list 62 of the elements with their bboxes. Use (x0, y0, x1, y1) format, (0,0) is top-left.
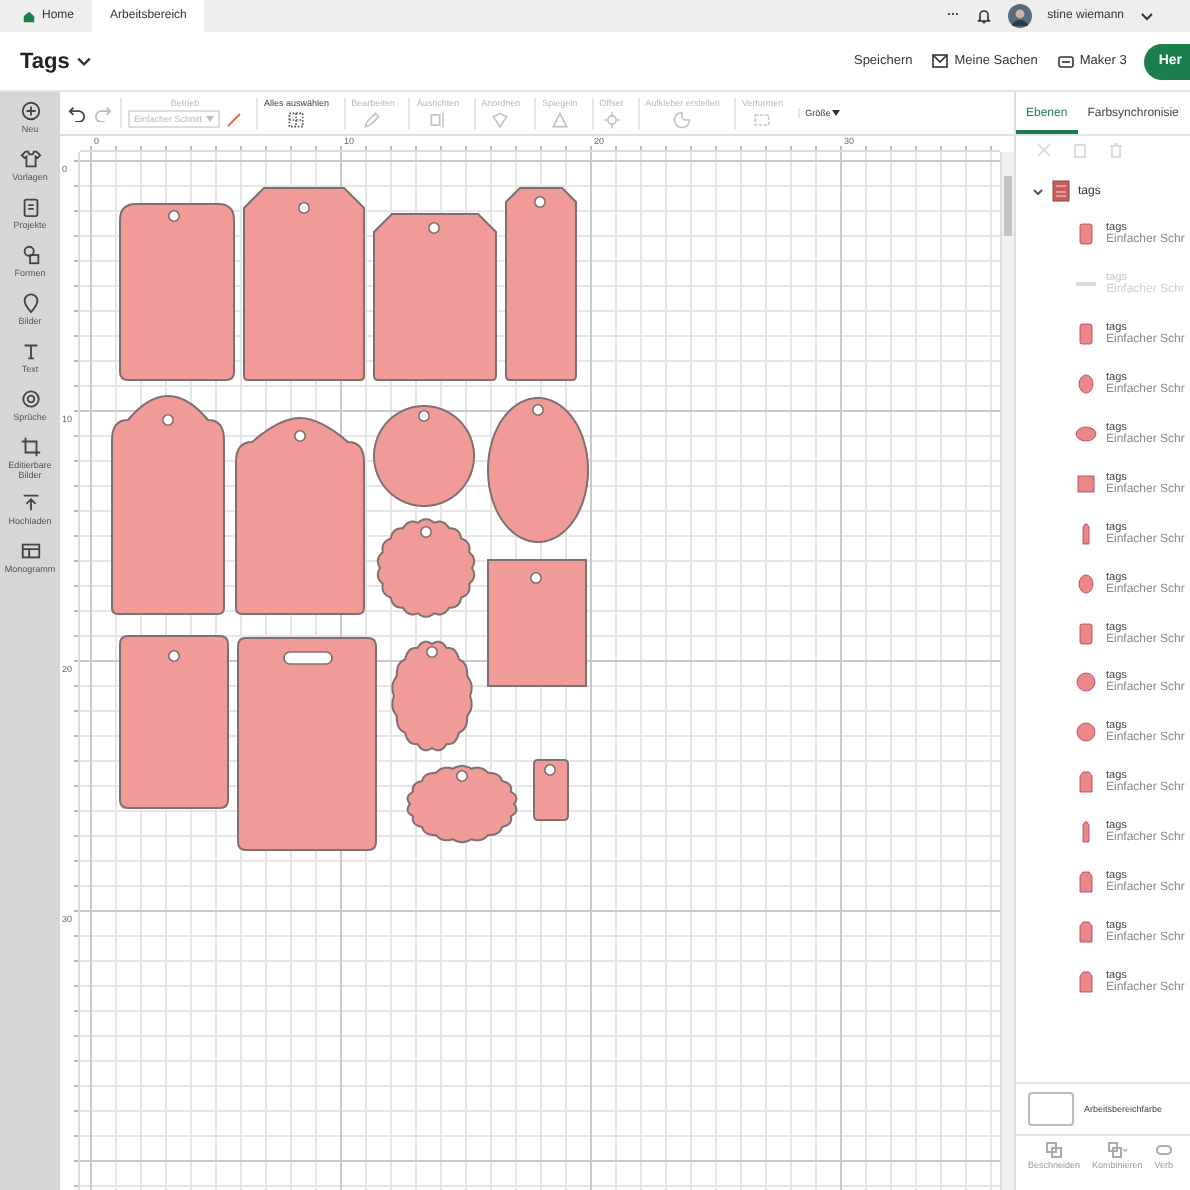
duplicate-icon[interactable] (1072, 142, 1088, 158)
tag-thumbnail-icon (1074, 322, 1098, 347)
tag-thumbnail-icon (1074, 770, 1098, 795)
ungroup-icon[interactable] (1036, 142, 1052, 158)
tag-thumbnail-icon (1074, 870, 1098, 895)
tag-shape[interactable] (373, 213, 497, 381)
tag-shape[interactable] (237, 637, 377, 851)
tag-shape[interactable] (487, 559, 587, 687)
shapes-icon (19, 243, 41, 266)
caret-icon (206, 116, 215, 122)
tag-shape[interactable] (391, 640, 473, 752)
canvas-color-swatch[interactable] (1028, 1092, 1074, 1126)
tag-shape[interactable] (235, 417, 365, 615)
plus-icon (19, 100, 41, 122)
tag-thumbnail-icon (1074, 919, 1098, 944)
machine-icon (1057, 55, 1074, 67)
envelope-icon (932, 54, 949, 68)
tag-shape[interactable] (505, 187, 577, 381)
ellipse-thumbnail-icon (1074, 372, 1098, 397)
tag-shape[interactable] (119, 203, 235, 381)
tag-shape[interactable] (533, 759, 569, 821)
shirt-icon (19, 147, 41, 170)
avatar[interactable] (1007, 4, 1032, 28)
tag-shape[interactable] (119, 635, 229, 809)
house-icon (22, 9, 36, 23)
ellipse-thumbnail-icon (1074, 670, 1098, 695)
text-icon (19, 339, 41, 362)
caret-icon (832, 110, 841, 116)
chevron-down-icon[interactable] (1140, 11, 1154, 21)
redo-icon[interactable] (94, 104, 112, 122)
pin-icon (19, 291, 41, 314)
bell-icon[interactable] (975, 8, 992, 24)
tag-shape[interactable] (243, 187, 365, 381)
ellipse-thumbnail-icon (1074, 720, 1098, 745)
tag-shape[interactable] (487, 397, 589, 543)
project-title[interactable]: Tags (20, 49, 70, 73)
tag-shape[interactable] (373, 405, 475, 507)
group-thumbnail-icon (1052, 180, 1070, 202)
tag-thumbnail-icon (1074, 471, 1098, 496)
tag-shape[interactable] (376, 518, 476, 618)
canvas-grid[interactable] (80, 152, 1000, 1190)
link-icon (1155, 1142, 1172, 1158)
clipboard-icon (19, 195, 41, 218)
crop-icon (19, 435, 41, 458)
scrollbar[interactable] (1000, 152, 1014, 1190)
tag-shape[interactable] (406, 764, 518, 844)
trash-icon[interactable] (1108, 142, 1124, 158)
tag-thumbnail-icon (1074, 222, 1098, 247)
ellipse-thumbnail-icon (1074, 422, 1098, 446)
chevron-down-icon[interactable] (1032, 185, 1044, 197)
grid-icon (19, 540, 41, 563)
tag-thumbnail-icon (1074, 969, 1098, 994)
undo-icon[interactable] (68, 104, 86, 122)
chevron-down-icon[interactable] (75, 55, 92, 67)
combine-icon (1107, 1142, 1128, 1158)
ellipse-thumbnail-icon (1074, 571, 1098, 596)
tag-shape[interactable] (111, 395, 225, 615)
overlap-squares-icon (1046, 1142, 1063, 1158)
upload-icon (19, 492, 41, 515)
bubble-icon (19, 387, 41, 410)
tag-thumbnail-icon (1074, 621, 1098, 646)
dotted-grid-icon[interactable] (286, 109, 307, 129)
